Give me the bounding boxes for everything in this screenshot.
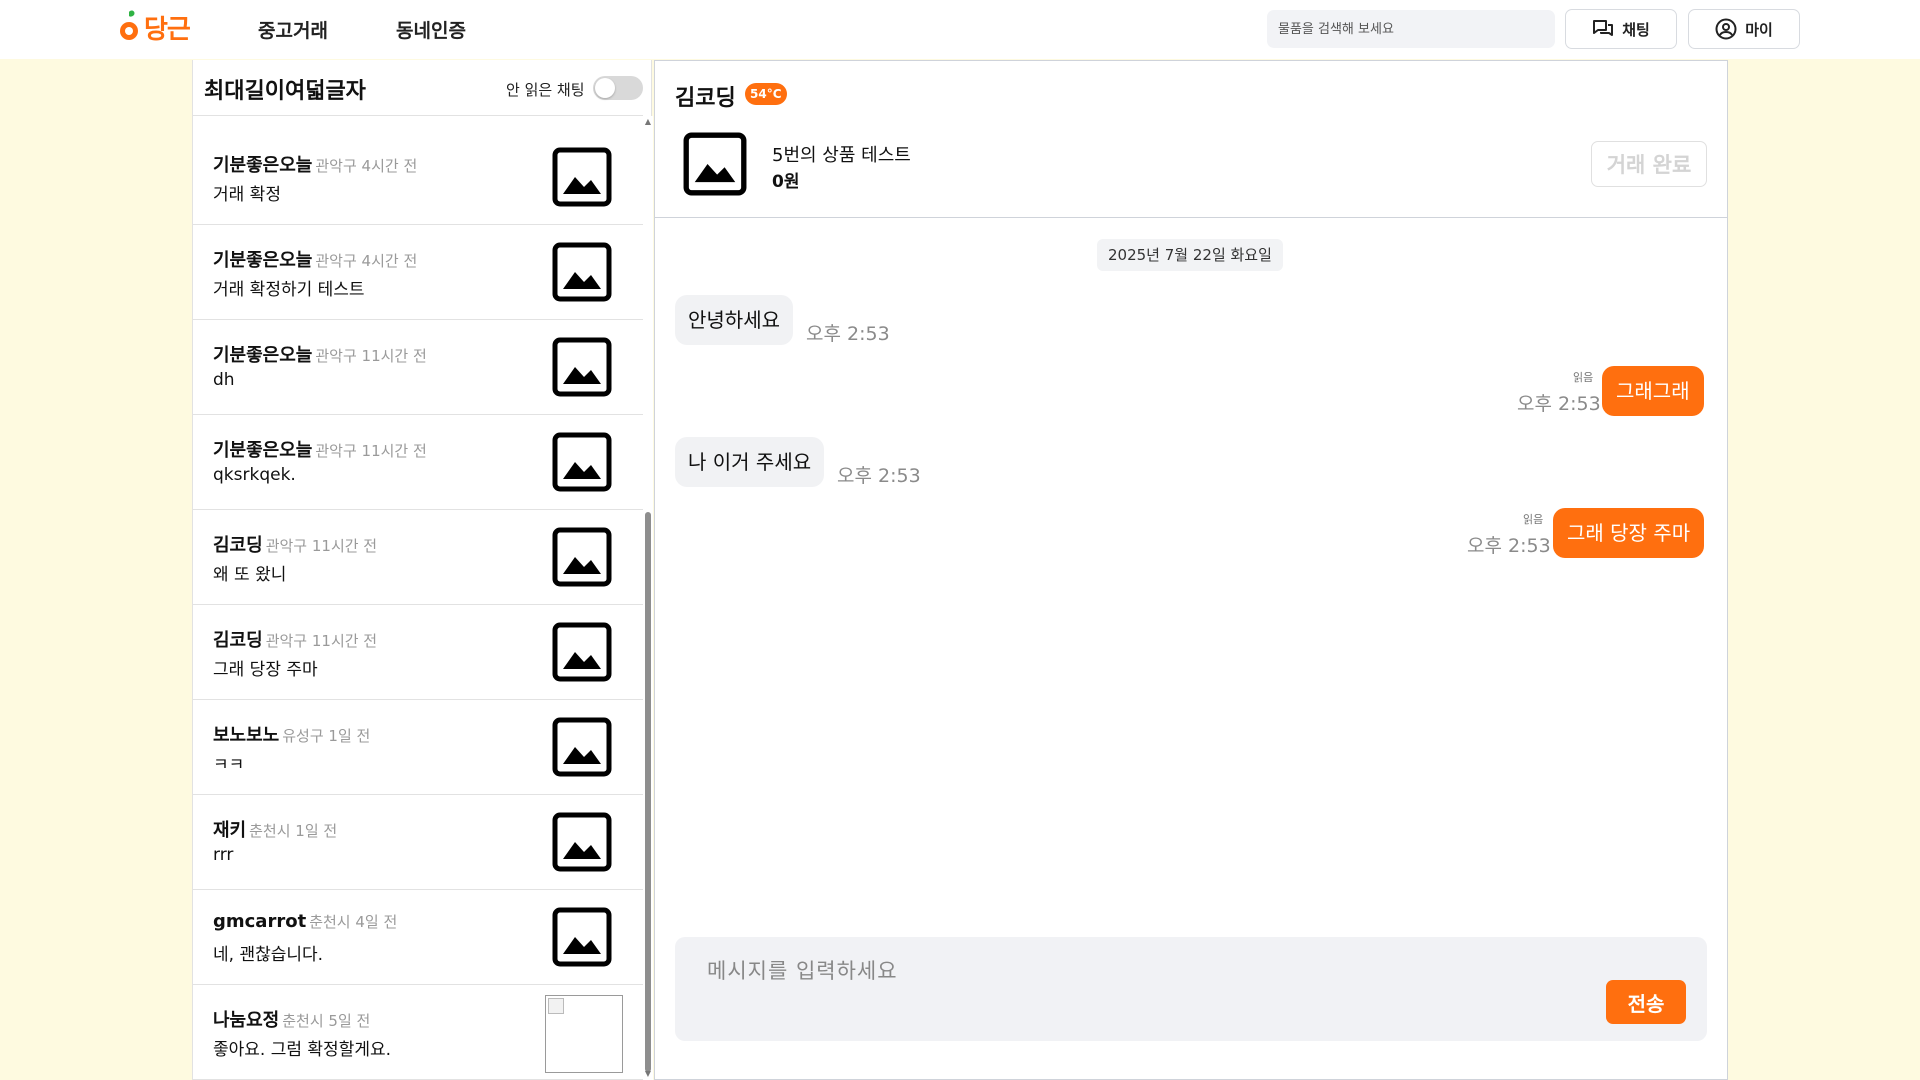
- user-circle-icon: [1715, 18, 1737, 40]
- room-last-message: 거래 확정하기 테스트: [213, 280, 365, 300]
- product-image-icon: [683, 132, 747, 196]
- message-time: 오후 2:53: [1467, 535, 1551, 557]
- unread-only-label: 안 읽은 채팅: [506, 81, 585, 99]
- broken-image-icon: [545, 995, 623, 1073]
- chat-room-item[interactable]: 기분좋은오늘 관악구 11시간 전 dh: [193, 320, 643, 415]
- outgoing-message-bubble: 그래그래: [1602, 366, 1704, 416]
- room-last-message: rrr: [213, 845, 234, 865]
- carrot-icon: [120, 10, 138, 40]
- nav-used-trade[interactable]: 중고거래: [258, 16, 328, 43]
- room-name: 보노보노: [213, 725, 280, 746]
- room-last-message: 그래 당장 주마: [213, 660, 318, 680]
- brand-logo[interactable]: 당근: [118, 7, 191, 47]
- room-last-message: 좋아요. 그럼 확정할게요.: [213, 1040, 392, 1060]
- image-placeholder-icon: [552, 622, 612, 682]
- room-meta: 관악구 4시간 전: [315, 157, 418, 175]
- room-name: gmcarrot: [213, 911, 307, 932]
- room-name: 기분좋은오늘: [213, 345, 313, 366]
- image-placeholder-icon: [552, 527, 612, 587]
- room-last-message: 거래 확정: [213, 185, 281, 205]
- room-meta: 유성구 1일 전: [282, 727, 371, 745]
- room-name: 나눔요정: [213, 1010, 280, 1031]
- chat-list-panel: 최대길이여덟글자 안 읽은 채팅 기분좋은오늘 관악구 4시간 전 거래 확정 기…: [192, 60, 653, 1080]
- manner-temperature-badge: 54°C: [745, 83, 787, 105]
- partner-name: 김코딩: [675, 86, 736, 111]
- chat-room-item[interactable]: 기분좋은오늘 관악구 4시간 전 거래 확정: [193, 130, 643, 225]
- conversation-header: 김코딩 54°C 5번의 상품 테스트 0원 거래 완료: [655, 61, 1727, 218]
- read-receipt: 읽음: [1573, 371, 1594, 384]
- unread-only-toggle[interactable]: [593, 76, 643, 100]
- chat-button[interactable]: 채팅: [1565, 9, 1677, 49]
- chat-room-item[interactable]: gmcarrot 춘천시 4일 전 네, 괜찮습니다.: [193, 890, 643, 985]
- chat-list-header: 최대길이여덟글자 안 읽은 채팅: [193, 60, 643, 116]
- chat-room-item[interactable]: 재키 춘천시 1일 전 rrr: [193, 795, 643, 890]
- chat-room-list: 기분좋은오늘 관악구 4시간 전 거래 확정 기분좋은오늘 관악구 4시간 전 거래…: [193, 130, 643, 1080]
- brand-name: 당근: [144, 14, 191, 45]
- product-price: 0원: [772, 172, 800, 192]
- room-last-message: ㅋㅋ: [213, 755, 245, 775]
- room-meta: 관악구 11시간 전: [315, 347, 427, 365]
- toggle-knob: [595, 78, 615, 98]
- read-receipt: 읽음: [1523, 513, 1544, 526]
- top-header: 당근 중고거래 동네인증 채팅 마이: [0, 0, 1920, 59]
- scroll-up-arrow-icon[interactable]: ▲: [644, 116, 652, 128]
- room-meta: 관악구 4시간 전: [315, 252, 418, 270]
- trade-complete-button[interactable]: 거래 완료: [1591, 141, 1707, 187]
- chat-bubbles-icon: [1593, 20, 1614, 36]
- room-last-message: 왜 또 왔니: [213, 565, 287, 585]
- room-last-message: dh: [213, 370, 235, 390]
- image-placeholder-icon: [552, 147, 612, 207]
- image-placeholder-icon: [552, 242, 612, 302]
- room-meta: 관악구 11시간 전: [265, 537, 378, 555]
- room-last-message: 네, 괜찮습니다.: [213, 945, 324, 965]
- message-time: 오후 2:53: [837, 465, 921, 487]
- chat-room-item[interactable]: 김코딩 관악구 11시간 전 왜 또 왔니: [193, 510, 643, 605]
- chat-button-label: 채팅: [1622, 20, 1650, 39]
- nav-neighborhood-verify[interactable]: 동네인증: [396, 16, 466, 43]
- room-name: 재키: [213, 820, 247, 841]
- chat-room-item[interactable]: 기분좋은오늘 관악구 11시간 전 qksrkqek.: [193, 415, 643, 510]
- image-placeholder-icon: [552, 432, 612, 492]
- incoming-message-bubble: 안녕하세요: [675, 295, 793, 345]
- conversation-panel: 김코딩 54°C 5번의 상품 테스트 0원 거래 완료 2025년 7월 22…: [654, 60, 1728, 1080]
- image-placeholder-icon: [552, 717, 612, 777]
- my-button[interactable]: 마이: [1688, 9, 1800, 49]
- room-meta: 관악구 11시간 전: [315, 442, 427, 460]
- room-name: 기분좋은오늘: [213, 440, 313, 461]
- search-input[interactable]: [1267, 10, 1555, 48]
- message-composer: 전송: [675, 937, 1707, 1041]
- message-time: 오후 2:53: [806, 323, 890, 345]
- chat-list-title: 최대길이여덟글자: [204, 79, 366, 104]
- chat-room-item[interactable]: 보노보노 유성구 1일 전 ㅋㅋ: [193, 700, 643, 795]
- room-name: 기분좋은오늘: [213, 250, 313, 271]
- product-title[interactable]: 5번의 상품 테스트: [772, 141, 911, 167]
- chat-list-scrollbar[interactable]: ▲ ▼: [643, 116, 653, 1080]
- room-name: 김코딩: [213, 630, 263, 651]
- image-placeholder-icon: [552, 907, 612, 967]
- send-button[interactable]: 전송: [1606, 980, 1686, 1024]
- my-button-label: 마이: [1745, 20, 1773, 39]
- room-name: 기분좋은오늘: [213, 155, 313, 176]
- scrollbar-thumb[interactable]: [645, 512, 651, 1072]
- chat-room-item[interactable]: 나눔요정 춘천시 5일 전 좋아요. 그럼 확정할게요.: [193, 985, 643, 1080]
- date-divider: 2025년 7월 22일 화요일: [1097, 239, 1283, 271]
- room-meta: 춘천시 4일 전: [309, 913, 398, 931]
- image-placeholder-icon: [552, 337, 612, 397]
- incoming-message-bubble: 나 이거 주세요: [675, 437, 825, 487]
- image-placeholder-icon: [552, 812, 612, 872]
- scroll-down-arrow-icon[interactable]: ▼: [644, 1068, 652, 1080]
- room-meta: 춘천시 1일 전: [249, 822, 338, 840]
- room-meta: 관악구 11시간 전: [265, 632, 378, 650]
- room-name: 김코딩: [213, 535, 263, 556]
- room-last-message: qksrkqek.: [213, 465, 296, 485]
- outgoing-message-bubble: 그래 당장 주마: [1553, 508, 1705, 558]
- chat-room-item[interactable]: 김코딩 관악구 11시간 전 그래 당장 주마: [193, 605, 643, 700]
- message-input[interactable]: [687, 951, 1587, 991]
- message-time: 오후 2:53: [1517, 393, 1601, 415]
- chat-room-item[interactable]: 기분좋은오늘 관악구 4시간 전 거래 확정하기 테스트: [193, 225, 643, 320]
- room-meta: 춘천시 5일 전: [282, 1012, 371, 1030]
